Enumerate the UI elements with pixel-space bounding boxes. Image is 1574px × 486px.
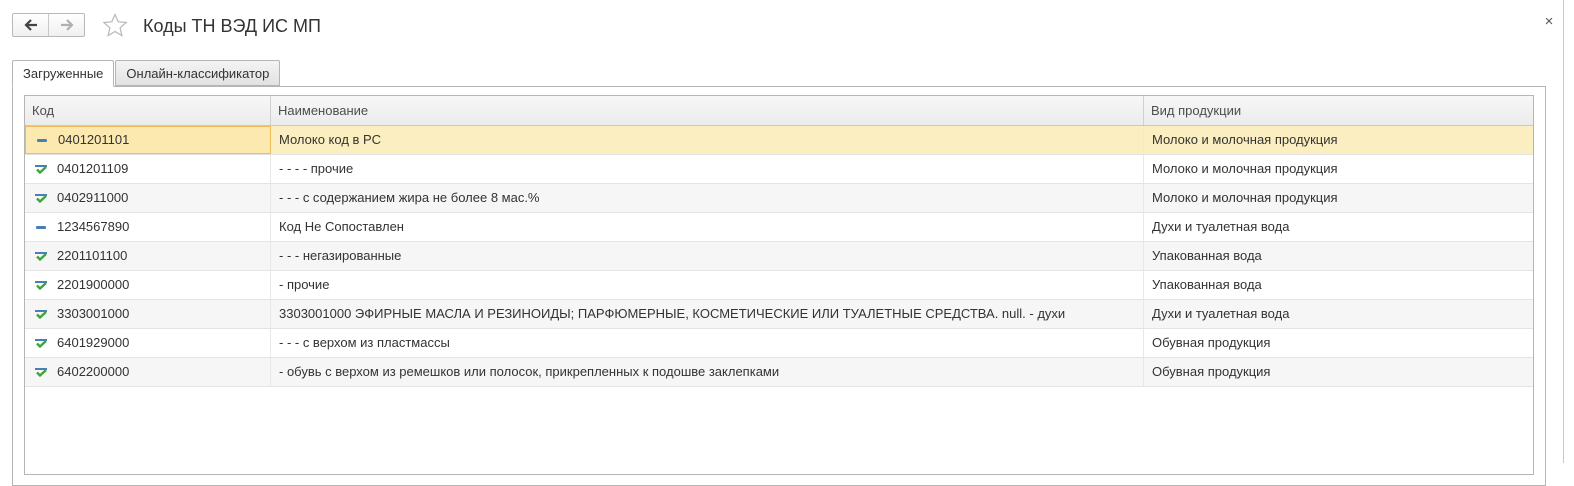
- table-row[interactable]: 2201101100 - - - негазированные Упакованна…: [25, 242, 1533, 271]
- navigation-buttons: [12, 13, 85, 37]
- arrow-right-icon: [60, 19, 74, 31]
- cell-product-type[interactable]: Упакованная вода: [1144, 271, 1533, 299]
- code-value: 0401201109: [57, 161, 129, 176]
- cell-name[interactable]: - - - с верхом из пластмассы: [271, 329, 1144, 357]
- cell-product-type[interactable]: Молоко и молочная продукция: [1144, 126, 1533, 154]
- code-value: 0402911000: [57, 190, 129, 205]
- cell-code[interactable]: 6402200000: [25, 358, 271, 386]
- window: Коды ТН ВЭД ИС МП × Загруженные Онлайн-к…: [0, 0, 1564, 486]
- cell-name[interactable]: - - - с содержанием жира не более 8 мас.…: [271, 184, 1144, 212]
- cell-name[interactable]: - прочие: [271, 271, 1144, 299]
- matched-check-icon: [34, 192, 48, 204]
- cell-product-type[interactable]: Обувная продукция: [1144, 329, 1533, 357]
- back-button[interactable]: [13, 14, 48, 36]
- matched-check-icon: [34, 337, 48, 349]
- table-row[interactable]: 6401929000 - - - с верхом из пластмассы Об…: [25, 329, 1533, 358]
- cell-product-type[interactable]: Молоко и молочная продукция: [1144, 184, 1533, 212]
- matched-check-icon: [34, 308, 48, 320]
- unmatched-dash-icon: [34, 221, 48, 233]
- code-value: 1234567890: [57, 219, 130, 234]
- code-value: 2201900000: [57, 277, 130, 292]
- cell-code[interactable]: 3303001000: [25, 300, 271, 328]
- table-row[interactable]: 0401201109 - - - - прочие Молоко и молочна…: [25, 155, 1533, 184]
- table-body: 0401201101 Молоко код в РС Молоко и молочн…: [25, 126, 1533, 387]
- tab-online-classifier[interactable]: Онлайн-классификатор: [115, 60, 281, 86]
- arrow-left-icon: [23, 19, 37, 31]
- cell-code[interactable]: 2201101100: [25, 242, 271, 270]
- code-value: 6401929000: [57, 335, 130, 350]
- cell-code[interactable]: 0401201101: [25, 126, 271, 154]
- cell-code[interactable]: 2201900000: [25, 271, 271, 299]
- cell-name[interactable]: - - - - прочие: [271, 155, 1144, 183]
- code-value: 6402200000: [57, 364, 130, 379]
- cell-name[interactable]: - обувь с верхом из ремешков или полосок…: [271, 358, 1144, 386]
- matched-check-icon: [34, 163, 48, 175]
- cell-product-type[interactable]: Духи и туалетная вода: [1144, 300, 1533, 328]
- cell-product-type[interactable]: Молоко и молочная продукция: [1144, 155, 1533, 183]
- matched-check-icon: [34, 366, 48, 378]
- cell-product-type[interactable]: Упакованная вода: [1144, 242, 1533, 270]
- code-value: 3303001000: [57, 306, 130, 321]
- table-row[interactable]: 0402911000 - - - с содержанием жира не бо…: [25, 184, 1533, 213]
- table-header: Код Наименование Вид продукции: [25, 96, 1533, 126]
- column-header-product-type[interactable]: Вид продукции: [1144, 96, 1533, 125]
- column-header-code[interactable]: Код: [25, 96, 271, 125]
- forward-button[interactable]: [48, 14, 84, 36]
- tab-loaded[interactable]: Загруженные: [12, 60, 115, 87]
- cell-code[interactable]: 1234567890: [25, 213, 271, 241]
- table-row[interactable]: 1234567890 Код Не Сопоставлен Духи и туале…: [25, 213, 1533, 242]
- matched-check-icon: [34, 250, 48, 262]
- cell-name[interactable]: - - - негазированные: [271, 242, 1144, 270]
- cell-code[interactable]: 0401201109: [25, 155, 271, 183]
- favorite-button[interactable]: [102, 13, 128, 37]
- tab-bar: Загруженные Онлайн-классификатор: [12, 60, 281, 87]
- star-icon: [102, 13, 128, 37]
- close-button[interactable]: ×: [1540, 13, 1558, 31]
- cell-name[interactable]: 3303001000 ЭФИРНЫЕ МАСЛА И РЕЗИНОИДЫ; ПА…: [271, 300, 1144, 328]
- code-value: 0401201101: [58, 132, 130, 147]
- codes-table[interactable]: Код Наименование Вид продукции 040120110…: [24, 95, 1534, 475]
- unmatched-dash-icon: [35, 134, 49, 146]
- cell-product-type[interactable]: Духи и туалетная вода: [1144, 213, 1533, 241]
- column-header-name[interactable]: Наименование: [271, 96, 1144, 125]
- table-row[interactable]: 2201900000 - прочие Упакованная вода: [25, 271, 1533, 300]
- cell-code[interactable]: 0402911000: [25, 184, 271, 212]
- cell-name[interactable]: Код Не Сопоставлен: [271, 213, 1144, 241]
- cell-product-type[interactable]: Обувная продукция: [1144, 358, 1533, 386]
- cell-code[interactable]: 6401929000: [25, 329, 271, 357]
- matched-check-icon: [34, 279, 48, 291]
- page-title: Коды ТН ВЭД ИС МП: [143, 16, 321, 36]
- table-row[interactable]: 6402200000 - обувь с верхом из ремешков и…: [25, 358, 1533, 387]
- code-value: 2201101100: [57, 248, 128, 263]
- table-row[interactable]: 0401201101 Молоко код в РС Молоко и молочн…: [25, 126, 1533, 155]
- table-row[interactable]: 3303001000 3303001000 ЭФИРНЫЕ МАСЛА И РЕЗ…: [25, 300, 1533, 329]
- cell-name[interactable]: Молоко код в РС: [271, 126, 1144, 154]
